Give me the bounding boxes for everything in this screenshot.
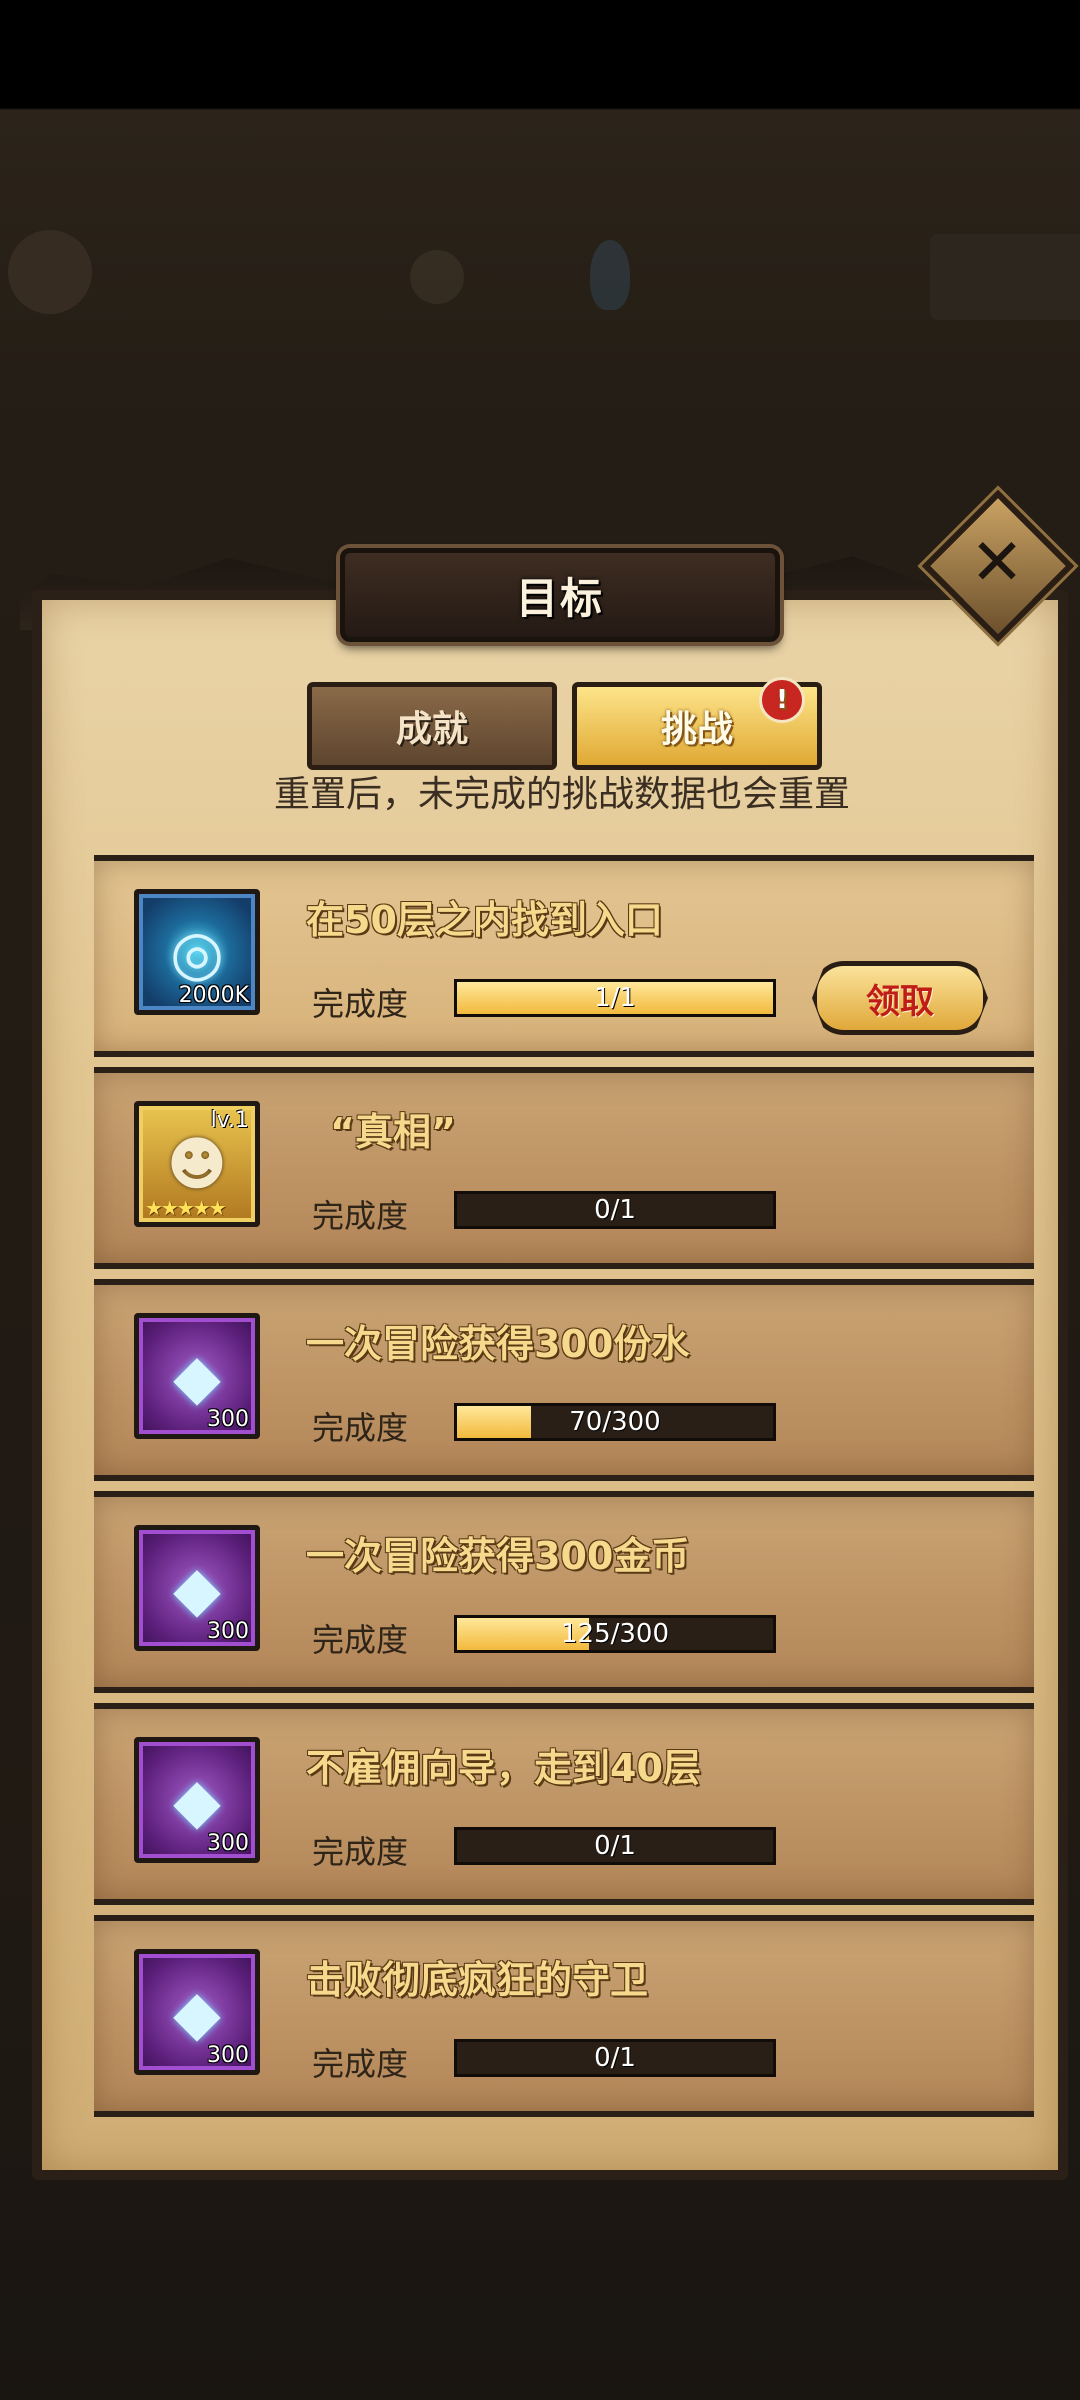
background-hud [0, 220, 1080, 360]
challenge-row: ◆ 300 一次冒险获得300金币 完成度 125/300 [94, 1491, 1034, 1693]
progress-text: 0/1 [594, 1831, 636, 1861]
hero-portrait-icon: ☻ [166, 1130, 228, 1198]
challenge-title: “真相” [330, 1110, 456, 1154]
progress-text: 125/300 [560, 1619, 669, 1649]
tab-bar: 成就 挑战 ! [307, 677, 867, 770]
progress-label: 完成度 [312, 1197, 409, 1235]
modal-panel: 成就 挑战 ! 重置后，未完成的挑战数据也会重置 ◎ 2000K 在50层之内找… [32, 590, 1068, 2180]
progress-text: 70/300 [569, 1407, 661, 1437]
progress-bar: 0/1 [454, 2039, 776, 2077]
progress-label: 完成度 [312, 1621, 409, 1659]
tab-challenges[interactable]: 挑战 ! [572, 677, 822, 770]
challenge-row: ◆ 300 一次冒险获得300份水 完成度 70/300 [94, 1279, 1034, 1481]
reward-quantity: 2000K [178, 983, 249, 1008]
diamond-icon: ◆ [173, 1339, 221, 1413]
tab-challenges-label: 挑战 [660, 709, 733, 750]
hero-level: lv.1 [210, 1108, 249, 1133]
challenge-title: 在50层之内找到入口 [306, 898, 663, 942]
reward-item[interactable]: ◎ 2000K [134, 889, 260, 1015]
reward-item[interactable]: ◆ 300 [134, 1949, 260, 2075]
progress-text: 0/1 [594, 1195, 636, 1225]
reward-quantity: 300 [207, 1831, 249, 1856]
progress-bar: 0/1 [454, 1827, 776, 1865]
challenge-row: ◆ 300 击败彻底疯狂的守卫 完成度 0/1 [94, 1915, 1034, 2117]
reward-item[interactable]: ☻ lv.1 ★★★★★ [134, 1101, 260, 1227]
challenge-row: ◆ 300 不雇佣向导，走到40层 完成度 0/1 [94, 1703, 1034, 1905]
blue-orb-icon: ◎ [169, 915, 225, 989]
reward-quantity: 300 [207, 1407, 249, 1432]
modal-title-plate: 目标 [340, 548, 780, 642]
reset-notice: 重置后，未完成的挑战数据也会重置 [273, 774, 850, 815]
progress-label: 完成度 [312, 985, 409, 1023]
reward-quantity: 300 [207, 1619, 249, 1644]
progress-label: 完成度 [312, 1833, 409, 1871]
background-button [930, 234, 1080, 320]
challenge-title: 一次冒险获得300金币 [306, 1534, 690, 1578]
reward-item[interactable]: ◆ 300 [134, 1525, 260, 1651]
progress-bar: 125/300 [454, 1615, 776, 1653]
progress-bar: 0/1 [454, 1191, 776, 1229]
progress-bar: 70/300 [454, 1403, 776, 1441]
reward-item[interactable]: ◆ 300 [134, 1313, 260, 1439]
background-water-icon [590, 240, 630, 310]
game-screen: 成就 挑战 ! 重置后，未完成的挑战数据也会重置 ◎ 2000K 在50层之内找… [0, 0, 1080, 2400]
modal-title: 目标 [515, 573, 604, 623]
progress-text: 1/1 [594, 983, 636, 1013]
diamond-icon: ◆ [173, 1975, 221, 2049]
diamond-icon: ◆ [173, 1551, 221, 1625]
reward-item[interactable]: ◆ 300 [134, 1737, 260, 1863]
hero-stars: ★★★★★ [145, 1196, 227, 1220]
close-icon[interactable]: ✕ [962, 528, 1032, 598]
challenge-title: 一次冒险获得300份水 [306, 1322, 690, 1366]
progress-label: 完成度 [312, 1409, 409, 1447]
progress-bar: 1/1 [454, 979, 776, 1017]
tab-achievements-label: 成就 [395, 709, 468, 750]
challenge-title: 不雇佣向导，走到40层 [306, 1746, 701, 1790]
background-resource-icon [410, 250, 464, 304]
claim-button[interactable]: 领取 [812, 961, 988, 1035]
diamond-icon: ◆ [173, 1763, 221, 1837]
challenge-row: ◎ 2000K 在50层之内找到入口 完成度 1/1 领取 [94, 855, 1034, 1057]
reward-quantity: 300 [207, 2043, 249, 2068]
progress-text: 0/1 [594, 2043, 636, 2073]
goals-modal: 成就 挑战 ! 重置后，未完成的挑战数据也会重置 ◎ 2000K 在50层之内找… [20, 489, 1075, 2180]
tab-achievements[interactable]: 成就 [307, 682, 557, 770]
challenge-row: ☻ lv.1 ★★★★★ “真相” 完成度 0/1 [94, 1067, 1034, 1269]
notification-badge-icon: ! [759, 677, 805, 723]
challenge-title: 击败彻底疯狂的守卫 [306, 1958, 649, 2002]
progress-label: 完成度 [312, 2045, 409, 2083]
background-avatar-icon [8, 230, 92, 314]
